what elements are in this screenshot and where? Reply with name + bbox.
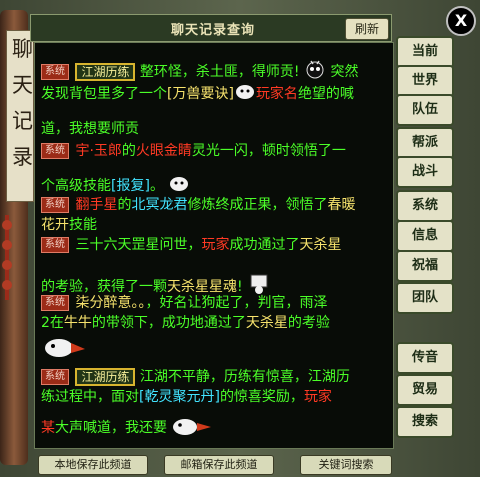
item-link[interactable]: [乾灵聚元丹] [139,389,220,405]
skill-link[interactable]: 花开 [41,217,69,233]
system-tag: 系统 [41,143,69,159]
blob-emoticon-icon [234,81,256,107]
close-icon[interactable]: X [446,6,476,36]
skill-link[interactable]: 春暖 [327,197,355,213]
chat-line: 道，我想要师贡 [41,119,387,139]
save-mail-button[interactable]: 邮箱保存此频道 [164,455,274,475]
chat-line: 系统 三十六天罡星问世，玩家成功通过了天杀星 [41,235,387,255]
player-name[interactable]: 玩家名 [256,86,298,102]
tab-search[interactable]: 搜索 [396,406,454,438]
message-text: 的考验 [287,315,330,331]
pet-name[interactable]: 火眼金睛 [136,143,192,159]
tab-info[interactable]: 信息 [396,220,454,252]
fox-emoticon-icon [41,333,87,363]
message-text: 2在 [41,315,64,331]
message-text: 成功通过了 [229,237,300,253]
bead [2,220,12,230]
chat-line: 某大声喊道，我还要 [41,413,387,443]
player-name[interactable]: 翻手星 [75,197,117,213]
keyword-search-button[interactable]: 关键词搜索 [300,455,392,475]
message-text: 大声喊道，我还要 [55,420,167,436]
bead [2,240,12,250]
player-name[interactable]: 宇·玉郎 [75,143,121,159]
chat-line: 2在牛牛的带领下，成功地通过了天杀星的考验 [41,313,387,333]
tab-current[interactable]: 当前 [396,36,454,68]
message-text: 绝望的喊 [297,86,354,102]
message-text: 发现背包里多了一个 [41,86,167,102]
pet-name[interactable]: 北冥龙君 [131,197,187,213]
message-text: 练过程中，面对 [41,389,139,405]
tab-world[interactable]: 世界 [396,65,454,97]
bead [2,260,12,270]
skill-link[interactable]: [报复] [111,178,150,194]
rank-badge: 江湖历练 [75,368,136,386]
system-tag: 系统 [41,197,69,213]
message-text: 的 [121,143,136,159]
message-text: 个高级技能 [41,178,111,194]
tab-system[interactable]: 系统 [396,190,454,222]
message-text: 雨泽 [299,295,328,311]
chat-line: 系统 柒分醉意。。，好名让狗起了，判官，雨泽 [41,293,387,313]
fox-emoticon-icon [171,413,213,443]
title-bar: 聊天记录查询 [30,14,392,42]
scroll-paper: 聊天记录 [6,30,34,202]
chat-line: 花开技能 [41,215,387,235]
system-tag: 系统 [41,369,69,385]
chat-line: 系统 宇·玉郎的火眼金睛灵光一闪，顿时领悟了一 [41,141,387,161]
player-name[interactable]: 某 [41,420,55,436]
system-tag: 系统 [41,237,69,253]
message-text: 的惊喜奖励， [219,389,304,405]
rank-badge: 江湖历练 [75,63,136,81]
message-text: ，好名让狗起了，判官， [145,295,300,311]
player-name[interactable]: 玩家 [201,237,229,253]
tab-battle[interactable]: 战斗 [396,156,454,188]
save-local-button[interactable]: 本地保存此频道 [38,455,148,475]
bead [2,280,12,290]
refresh-button[interactable]: 刷新 [345,18,389,40]
message-text: 灵光一闪，顿时领悟了一 [191,143,346,159]
star-name[interactable]: 天杀星 [246,315,288,331]
scroll-title: 聊天记录 [12,37,33,169]
item-link[interactable]: [万兽要诀] [167,86,234,102]
message-text: 修炼终成正果，领悟了 [187,197,328,213]
message-text: 。 [149,178,164,194]
message-text: 三十六天罡星问世， [75,237,202,253]
message-text: 的带领下，成功地通过了 [91,315,246,331]
chat-log[interactable]: 系统 江湖历练 整环怪，杀土匪，得师贡! 突然 发现背包里多了一个[万兽要诀] 玩… [34,42,394,449]
star-name[interactable]: 天杀星 [299,237,341,253]
message-text: 江湖不平静，历练有惊喜，江湖历 [139,369,350,385]
player-name[interactable]: 玩家 [304,389,332,405]
chat-line: 发现背包里多了一个[万兽要诀] 玩家名绝望的喊 [41,81,387,107]
message-text: 突然 [330,64,359,80]
tab-blessing[interactable]: 祝福 [396,250,454,282]
message-text: 的 [117,197,132,213]
message-text: 技能 [69,217,97,233]
player-name[interactable]: 柒分醉意。。 [75,295,145,311]
chat-line: 系统 翻手星的北冥龙君修炼终成正果，领悟了春暖 [41,195,387,215]
tab-trade[interactable]: 贸易 [396,374,454,406]
chat-line: 练过程中，面对[乾灵聚元丹]的惊喜奖励，玩家 [41,387,387,407]
chat-line: 系统 江湖历练 江湖不平静，历练有惊喜，江湖历 [41,367,387,387]
window-title: 聊天记录查询 [171,23,256,38]
system-tag: 系统 [41,295,69,311]
player-name[interactable]: 牛牛 [64,315,92,331]
tab-guild[interactable]: 帮派 [396,127,454,159]
tab-group[interactable]: 团队 [396,282,454,314]
tab-whisper[interactable]: 传音 [396,342,454,374]
message-text: 整环怪，杀土匪，得师贡! [139,64,300,80]
message-text: 道，我想要师贡 [41,121,139,137]
system-tag: 系统 [41,64,69,80]
tab-team[interactable]: 队伍 [396,94,454,126]
